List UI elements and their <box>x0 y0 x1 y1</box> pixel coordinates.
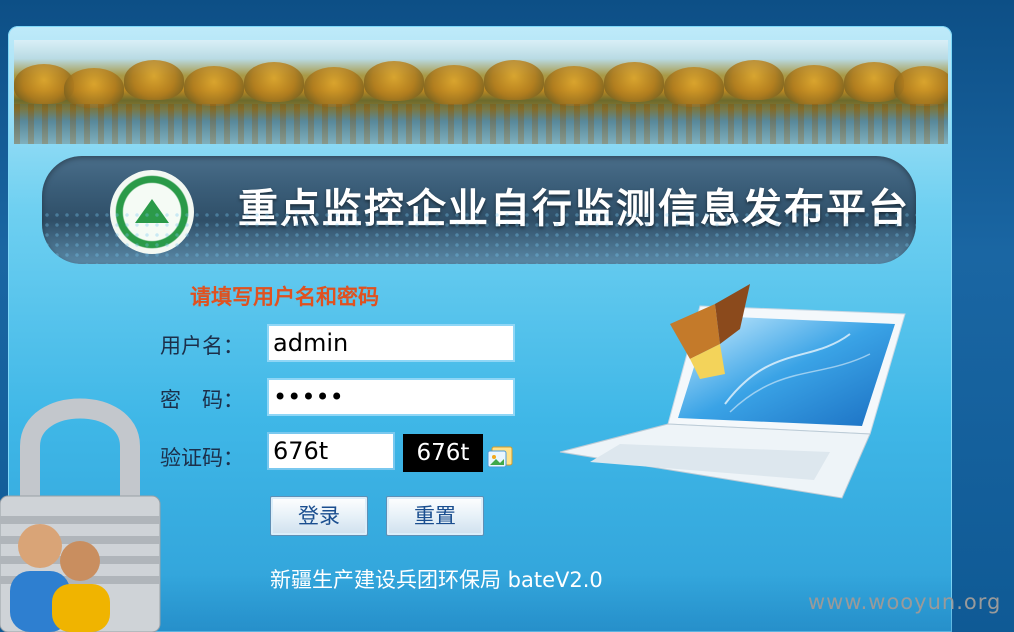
username-field[interactable]: admin <box>267 324 515 362</box>
password-label: 密 码： <box>160 388 244 412</box>
captcha-field[interactable]: 676t <box>267 432 395 470</box>
username-label: 用户名： <box>160 334 244 358</box>
title-bar: 重点监控企业自行监测信息发布平台 <box>42 156 916 264</box>
environmental-protection-emblem-icon <box>110 170 194 254</box>
footer-org-version: 新疆生产建设兵团环保局 bateV2.0 <box>270 568 603 592</box>
laptop-illustration <box>559 284 906 499</box>
refresh-captcha-icon[interactable] <box>486 445 514 469</box>
password-field[interactable]: ••••• <box>267 378 515 416</box>
captcha-image[interactable]: 676t <box>403 434 483 472</box>
padlock-users-illustration <box>0 398 161 632</box>
captcha-label: 验证码： <box>160 446 244 470</box>
reset-button[interactable]: 重置 <box>386 496 484 536</box>
banner-image <box>14 40 948 144</box>
login-button[interactable]: 登录 <box>270 496 368 536</box>
login-prompt: 请填写用户名和密码 <box>190 285 379 309</box>
page-title: 重点监控企业自行监测信息发布平台 <box>238 186 910 232</box>
watermark: www.wooyun.org <box>808 590 1002 614</box>
